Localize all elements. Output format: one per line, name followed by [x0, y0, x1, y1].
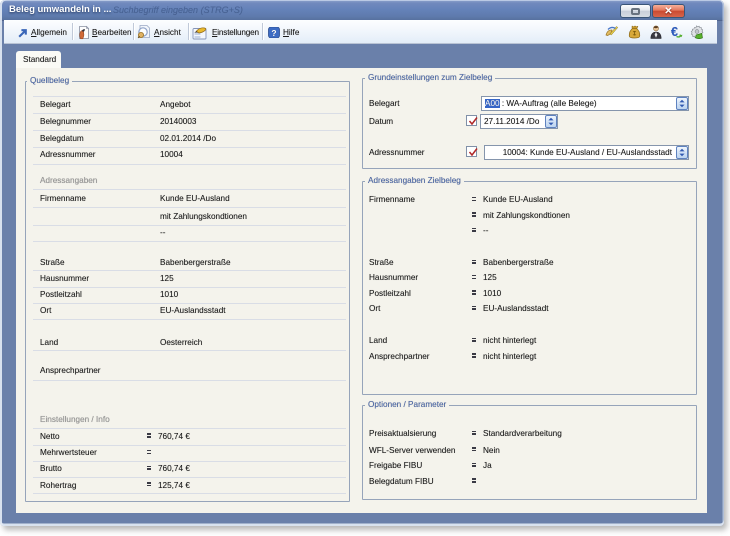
svg-text:?: ?: [271, 28, 276, 38]
